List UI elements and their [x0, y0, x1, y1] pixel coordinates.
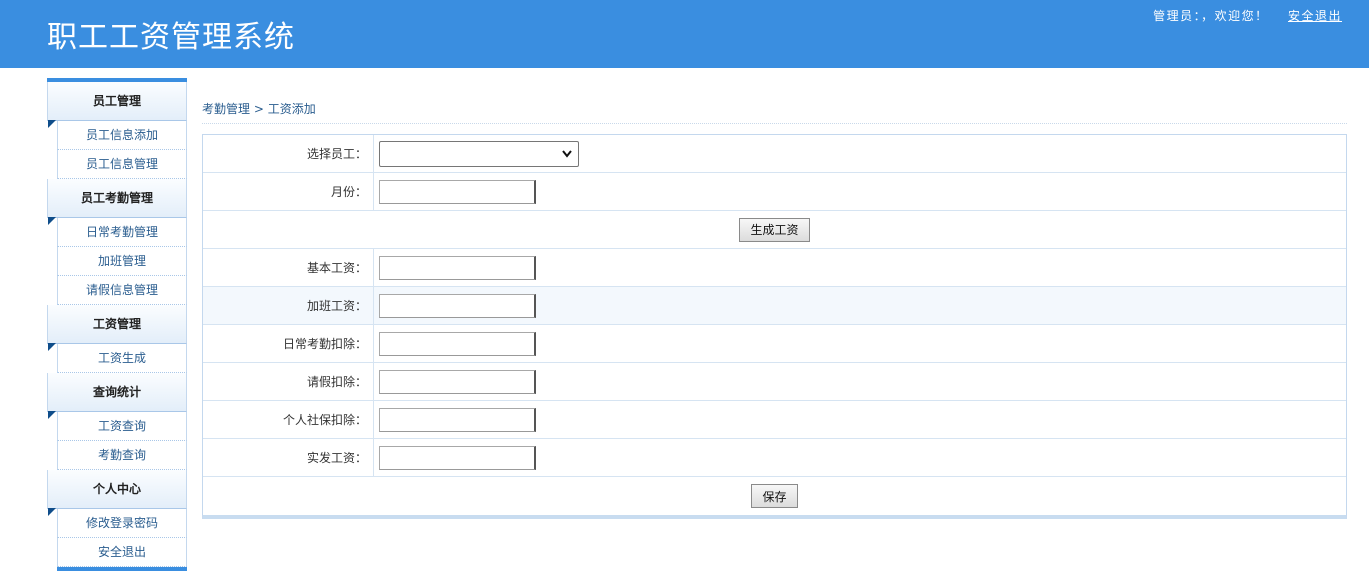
sidebar-item-manage-employee[interactable]: 员工信息管理	[57, 150, 187, 179]
sidebar-group-personal[interactable]: 个人中心	[47, 470, 187, 516]
breadcrumb: 考勤管理 > 工资添加	[202, 100, 1347, 124]
form-row-attendance-deduction: 日常考勤扣除：	[203, 325, 1346, 363]
save-button[interactable]: 保存	[751, 484, 798, 508]
sidebar-item-generate-salary[interactable]: 工资生成	[57, 344, 187, 373]
corner-triangle-icon	[48, 120, 56, 128]
net-pay-label: 实发工资：	[203, 439, 374, 476]
user-bar: 管理员：，欢迎您！ 安全退出	[1153, 7, 1342, 24]
logout-link[interactable]: 安全退出	[1288, 9, 1342, 23]
leave-deduction-label: 请假扣除：	[203, 363, 374, 400]
sidebar-bottom-border	[57, 567, 187, 571]
base-salary-label: 基本工资：	[203, 249, 374, 286]
salary-form: 选择员工： 月份： 生成工资 基本工资： 加班工资： 日常考勤扣除： 请假扣除：	[202, 134, 1347, 519]
employee-select[interactable]	[379, 140, 579, 167]
leave-deduction-input[interactable]	[379, 369, 536, 394]
sidebar-group-attendance[interactable]: 员工考勤管理	[47, 179, 187, 225]
form-row-base-salary: 基本工资：	[203, 249, 1346, 287]
corner-triangle-icon	[48, 217, 56, 225]
generate-salary-button[interactable]: 生成工资	[739, 217, 810, 242]
social-insurance-label: 个人社保扣除：	[203, 401, 374, 438]
form-row-save: 保存	[203, 477, 1346, 515]
net-pay-input[interactable]	[379, 445, 536, 470]
sidebar: 员工管理 员工信息添加 员工信息管理 员工考勤管理 日常考勤管理 加班管理 请假…	[47, 78, 187, 571]
sidebar-group-label: 员工管理	[92, 94, 141, 108]
sidebar-group-query[interactable]: 查询统计	[47, 373, 187, 419]
sidebar-item-salary-query[interactable]: 工资查询	[57, 412, 187, 441]
form-row-employee: 选择员工：	[203, 135, 1346, 173]
employee-label: 选择员工：	[203, 135, 374, 172]
welcome-text: 管理员：，欢迎您！	[1153, 9, 1269, 23]
sidebar-item-daily-attendance[interactable]: 日常考勤管理	[57, 218, 187, 247]
form-row-month: 月份：	[203, 173, 1346, 211]
month-input[interactable]	[379, 179, 536, 204]
corner-triangle-icon	[48, 508, 56, 516]
form-row-leave-deduction: 请假扣除：	[203, 363, 1346, 401]
month-label: 月份：	[203, 173, 374, 210]
corner-triangle-icon	[48, 343, 56, 351]
sidebar-group-label: 工资管理	[92, 317, 141, 331]
form-row-net-pay: 实发工资：	[203, 439, 1346, 477]
chevron-down-icon	[562, 147, 572, 164]
app-header: 职工工资管理系统 管理员：，欢迎您！ 安全退出	[0, 0, 1369, 68]
breadcrumb-current: 工资添加	[267, 102, 316, 116]
overtime-pay-input[interactable]	[379, 293, 536, 318]
app-title: 职工工资管理系统	[47, 20, 295, 55]
sidebar-group-label: 个人中心	[92, 482, 141, 496]
sidebar-group-label: 员工考勤管理	[80, 191, 153, 205]
sidebar-item-change-password[interactable]: 修改登录密码	[57, 509, 187, 538]
sidebar-group-employee[interactable]: 员工管理	[47, 82, 187, 128]
overtime-pay-label: 加班工资：	[203, 287, 374, 324]
sidebar-item-overtime[interactable]: 加班管理	[57, 247, 187, 276]
sidebar-group-label: 查询统计	[92, 385, 141, 399]
form-row-overtime-pay: 加班工资：	[203, 287, 1346, 325]
corner-triangle-icon	[48, 411, 56, 419]
form-row-social-insurance: 个人社保扣除：	[203, 401, 1346, 439]
sidebar-item-logout[interactable]: 安全退出	[57, 538, 187, 567]
sidebar-item-leave[interactable]: 请假信息管理	[57, 276, 187, 305]
attendance-deduction-label: 日常考勤扣除：	[203, 325, 374, 362]
sidebar-group-salary[interactable]: 工资管理	[47, 305, 187, 351]
sidebar-item-add-employee[interactable]: 员工信息添加	[57, 121, 187, 150]
form-row-generate: 生成工资	[203, 211, 1346, 249]
breadcrumb-separator: >	[250, 102, 268, 116]
sidebar-item-attendance-query[interactable]: 考勤查询	[57, 441, 187, 470]
social-insurance-input[interactable]	[379, 407, 536, 432]
base-salary-input[interactable]	[379, 255, 536, 280]
attendance-deduction-input[interactable]	[379, 331, 536, 356]
breadcrumb-parent[interactable]: 考勤管理	[202, 100, 250, 117]
